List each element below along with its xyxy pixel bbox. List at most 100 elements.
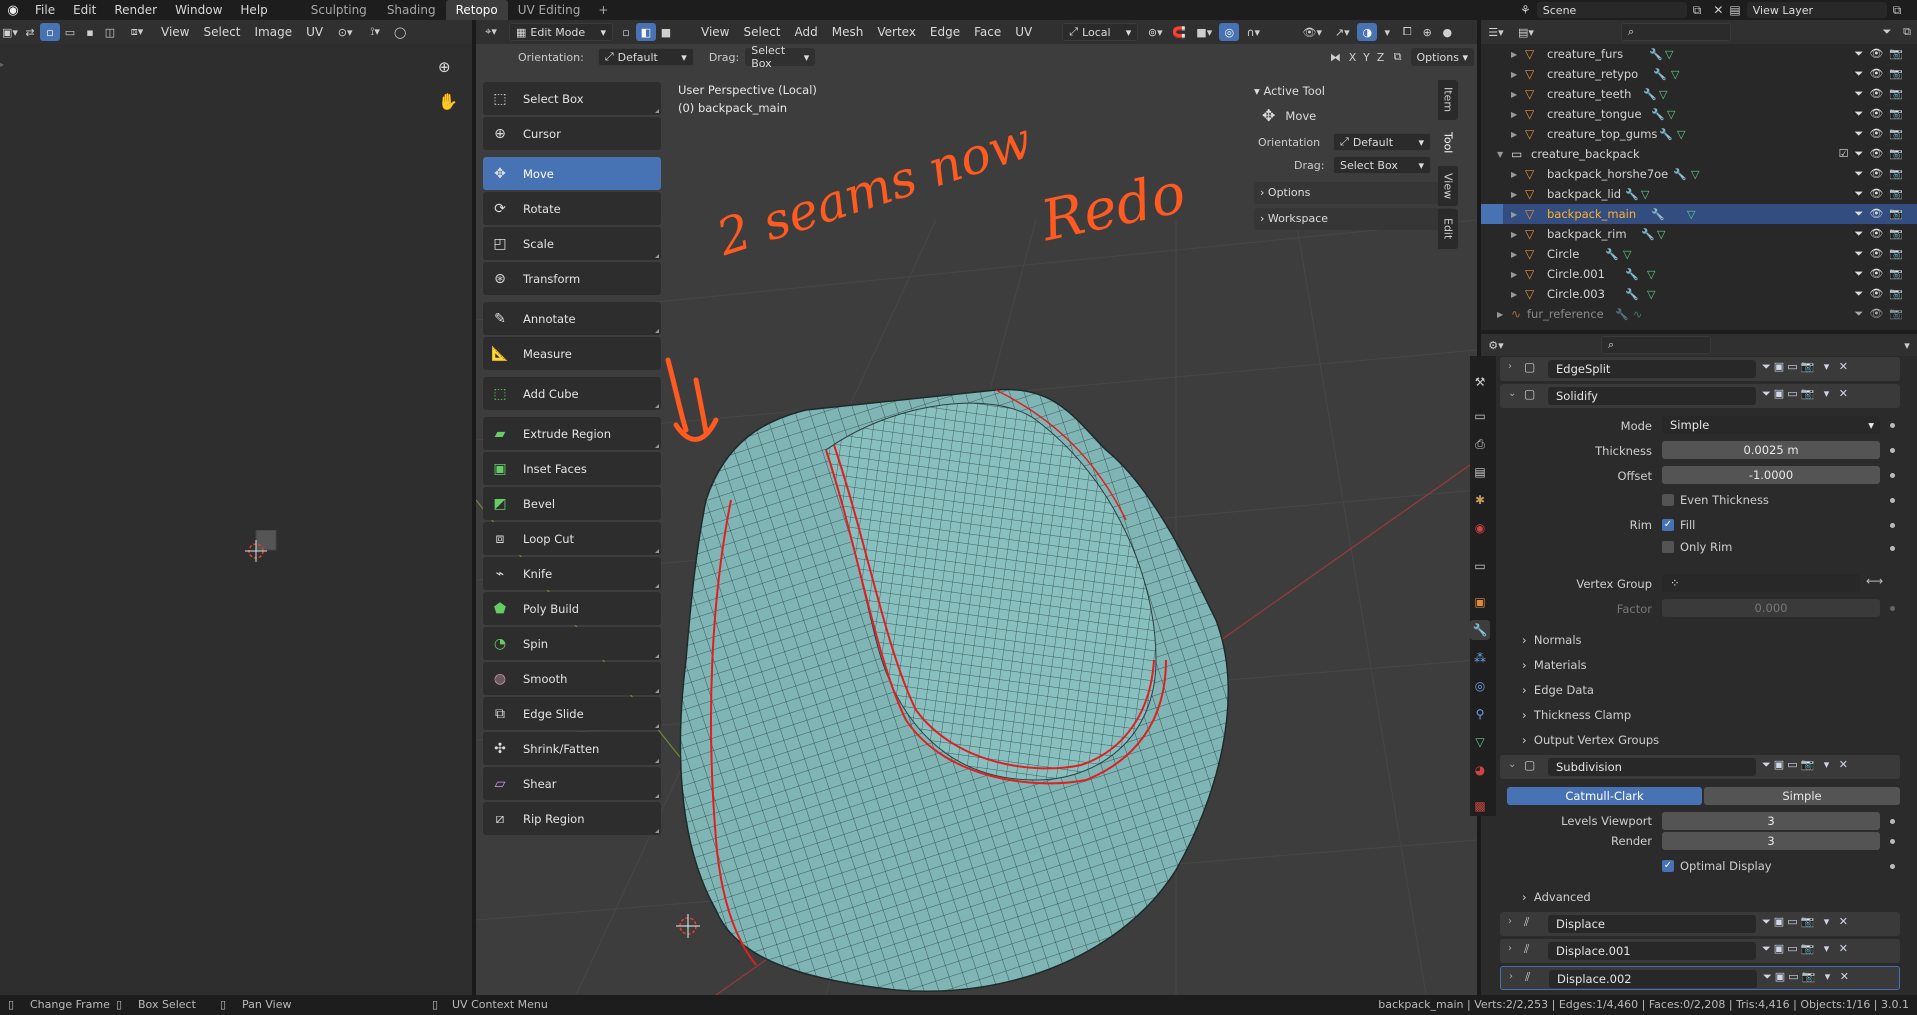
delete-scene-icon[interactable]: ✕ [1713, 3, 1723, 17]
expand-arrow-icon[interactable]: ▶ [1511, 110, 1517, 119]
animate-property-icon[interactable] [1890, 864, 1895, 869]
tool-select-box[interactable]: ⬚ Select Box [483, 82, 661, 115]
tool-spin[interactable]: ◔ Spin [483, 627, 661, 660]
offset-field[interactable]: -1.0000 [1662, 466, 1880, 484]
animate-property-icon[interactable] [1890, 839, 1895, 844]
solidify-mode-dropdown[interactable]: Simple ▾ [1662, 416, 1880, 434]
expand-arrow-icon[interactable]: ▶ [1511, 130, 1517, 139]
outliner-row-creature-backpack[interactable]: ▼ ▭ creature_backpack ☑⏷👁📷 [1481, 144, 1917, 164]
options-subpanel[interactable]: › Options [1254, 182, 1454, 204]
add-workspace-button[interactable]: + [590, 3, 616, 17]
edge-select-icon[interactable]: ▭ [60, 23, 80, 41]
levels-viewport-field[interactable]: 3 [1662, 812, 1880, 830]
outliner-row-creature-teeth[interactable]: ▶ ▽ creature_teeth 🔧 ▽ ⏷👁📷 [1481, 84, 1917, 104]
collapse-arrow-icon[interactable]: ⌄ [1508, 388, 1516, 399]
visibility-toggles-icon[interactable]: ⏷👁📷 [1855, 67, 1909, 81]
expand-arrow-icon[interactable]: ▶ [1511, 190, 1517, 199]
menu-view[interactable]: View [694, 20, 736, 44]
filter-icon[interactable]: ⏷ [1877, 23, 1897, 41]
outliner-row-circle-001[interactable]: ▶ ▽ Circle.001 🔧 ▽ ⏷👁📷 [1481, 264, 1917, 284]
blender-logo-icon[interactable]: ◉ [0, 0, 26, 20]
tab-view[interactable]: View [1438, 166, 1458, 206]
tab-shading[interactable]: Shading [377, 0, 446, 20]
modifier-name-field[interactable]: Displace.001 [1548, 942, 1756, 960]
simple-button[interactable]: Simple [1704, 787, 1900, 805]
modifier-name-field[interactable]: Displace [1548, 915, 1756, 933]
object-tab-icon[interactable]: ▣ [1470, 592, 1490, 612]
outliner-row-creature-furs[interactable]: ▶ ▽ creature_furs 🔧 ▽ ⏷👁📷 [1481, 44, 1917, 64]
outliner-row-backpack-horshe7oe[interactable]: ▶ ▽ backpack_horshe7oe 🔧 ▽ ⏷👁📷 [1481, 164, 1917, 184]
modifier-displace-001[interactable]: › ⫽ Displace.001 ⏷▣▭📷 ▾ ✕ [1500, 939, 1900, 963]
physics-tab-icon[interactable]: ◎ [1470, 676, 1490, 696]
display-mode-icon[interactable]: ▤▾ [1511, 23, 1541, 41]
properties-editor-type-icon[interactable]: ⚙▾ [1481, 336, 1511, 354]
modifier-tab-icon[interactable]: 🔧 [1470, 620, 1490, 640]
tool-move[interactable]: ✥ Move [483, 157, 661, 190]
section-materials[interactable]: › Materials [1522, 658, 1587, 672]
collection-tab-icon[interactable]: ▭ [1470, 556, 1490, 576]
transform-orientation-selector[interactable]: ⤢ Local ▾ [1062, 23, 1139, 41]
animate-property-icon[interactable] [1890, 523, 1895, 528]
visibility-toggles-icon[interactable]: ⏷👁📷 [1855, 127, 1909, 141]
outliner-row-backpack-rim[interactable]: ▶ ▽ backpack_rim 🔧 ▽ ⏷👁📷 [1481, 224, 1917, 244]
vertex-mode-icon[interactable]: ▫ [616, 23, 636, 41]
modifier-subdivision[interactable]: ⌄ ▢ Subdivision ⏷▣▭📷 ▾ ✕ [1500, 755, 1900, 779]
view-layer-tab-icon[interactable]: ▤ [1470, 462, 1490, 482]
animate-property-icon[interactable] [1890, 819, 1895, 824]
workspace-subpanel[interactable]: › Workspace [1254, 208, 1454, 230]
drag-dropdown[interactable]: Select Box ▾ [745, 44, 816, 70]
visibility-icon[interactable]: 👁▾ [1297, 23, 1327, 41]
tool-shear[interactable]: ▱ Shear [483, 767, 661, 800]
tool-bevel[interactable]: ◩ Bevel [483, 487, 661, 520]
animate-property-icon[interactable] [1890, 448, 1895, 453]
visibility-toggles-icon[interactable]: ☑⏷👁📷 [1839, 147, 1909, 161]
tab-retopo[interactable]: Retopo [445, 0, 508, 20]
new-collection-icon[interactable]: ⧉ [1897, 23, 1917, 41]
tool-annotate[interactable]: ✎ Annotate [483, 302, 661, 335]
viewport-editor-type-icon[interactable]: ⌖▾ [476, 23, 506, 41]
texture-tab-icon[interactable]: ▩ [1470, 796, 1490, 816]
visibility-toggles-icon[interactable]: ⏷👁📷 [1855, 287, 1909, 301]
axis-x-toggle[interactable]: X [1346, 48, 1360, 66]
animate-property-icon[interactable] [1890, 473, 1895, 478]
tool-add-cube[interactable]: ⬚ Add Cube [483, 377, 661, 410]
new-view-layer-icon[interactable]: ⧉ [1893, 3, 1902, 18]
tool-scale[interactable]: ◰ Scale [483, 227, 661, 260]
tool-inset-faces[interactable]: ▣ Inset Faces [483, 452, 661, 485]
particles-tab-icon[interactable]: ⁂ [1470, 648, 1490, 668]
visibility-toggles-icon[interactable]: ⏷👁📷 [1855, 107, 1909, 121]
wireframe-shading-icon[interactable]: ⊕ [1417, 23, 1437, 41]
sticky-mode-icon[interactable]: ⧈▾ [120, 23, 154, 41]
proportional-edit-icon[interactable]: ◎ [1219, 23, 1240, 41]
expand-arrow-icon[interactable]: › [1508, 943, 1512, 954]
tool-edge-slide[interactable]: ⧉ Edge Slide [483, 697, 661, 730]
menu-render[interactable]: Render [105, 0, 166, 20]
world-tab-icon[interactable]: ◉ [1470, 518, 1490, 538]
tab-sculpting[interactable]: Sculpting [301, 0, 377, 20]
view-layer-icon[interactable]: ▤ [1729, 3, 1740, 17]
overlays-icon[interactable]: ◑ [1357, 23, 1378, 41]
section-edge-data[interactable]: › Edge Data [1522, 683, 1594, 697]
view-layer-selector[interactable]: View Layer [1746, 2, 1887, 18]
outliner-row-circle-003[interactable]: ▶ ▽ Circle.003 🔧 ▽ ⏷👁📷 [1481, 284, 1917, 304]
factor-field[interactable]: 0.000 [1662, 599, 1880, 617]
visibility-toggles-icon[interactable]: ⏷👁📷 [1855, 247, 1909, 261]
pivot-icon[interactable]: ⊙▾ [330, 23, 360, 41]
expand-arrow-icon[interactable]: ▶ [1511, 70, 1517, 79]
modifier-toggle-icons[interactable]: ⏷▣▭📷 ▾ ✕ [1763, 970, 1852, 984]
zoom-icon[interactable]: ⊕ [438, 58, 451, 76]
expand-arrow-icon[interactable]: ▶ [1511, 90, 1517, 99]
collapse-arrow-icon[interactable]: ⌄ [1508, 759, 1516, 770]
outliner-row-backpack-lid[interactable]: ▶ ▽ backpack_lid 🔧 ▽ ⏷👁📷 [1481, 184, 1917, 204]
thickness-field[interactable]: 0.0025 m [1662, 441, 1880, 459]
gizmo-icon[interactable]: ↗▾ [1327, 23, 1357, 41]
expand-arrow-icon[interactable]: ▶ [1511, 250, 1517, 259]
tool-poly-build[interactable]: ⬟ Poly Build [483, 592, 661, 625]
visibility-toggles-icon[interactable]: ⏷👁📷 [1855, 47, 1909, 61]
outliner-row-creature-top-gums[interactable]: ▶ ▽ creature_top_gums 🔧 ▽ ⏷👁📷 [1481, 124, 1917, 144]
panel-drag-dropdown[interactable]: Select Box ▾ [1333, 156, 1431, 174]
tab-tool[interactable]: Tool [1438, 123, 1458, 163]
visibility-toggles-icon[interactable]: ⏷👁📷 [1855, 227, 1909, 241]
modifier-toggle-icons[interactable]: ⏷▣▭📷 ▾ ✕ [1762, 387, 1851, 401]
expand-arrow-icon[interactable]: ▶ [1511, 170, 1517, 179]
